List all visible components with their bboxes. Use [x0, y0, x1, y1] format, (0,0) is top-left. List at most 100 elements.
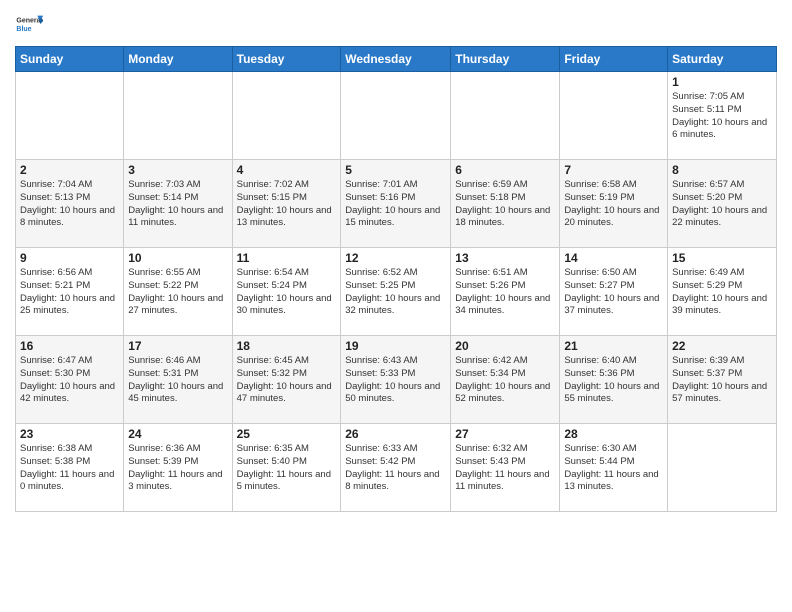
calendar-cell: 23 Sunrise: 6:38 AM Sunset: 5:38 PM Dayli… [16, 424, 124, 512]
day-number: 11 [237, 251, 337, 265]
day-info: Sunrise: 7:01 AM Sunset: 5:16 PM Dayligh… [345, 179, 446, 230]
calendar-cell: 25 Sunrise: 6:35 AM Sunset: 5:40 PM Dayli… [232, 424, 341, 512]
day-info: Sunrise: 6:59 AM Sunset: 5:18 PM Dayligh… [455, 179, 555, 230]
calendar-day-header: Sunday [16, 47, 124, 72]
calendar-cell: 27Sunrise: 6:32 AM Sunset: 5:43 PM Dayli… [451, 424, 560, 512]
svg-text:Blue: Blue [16, 26, 31, 33]
calendar-cell: 21 Sunrise: 6:40 AM Sunset: 5:36 PM Dayli… [560, 336, 668, 424]
day-info: Sunrise: 6:50 AM Sunset: 5:27 PM Dayligh… [564, 267, 663, 318]
day-info: Sunrise: 6:30 AM Sunset: 5:44 PM Dayligh… [564, 443, 663, 494]
calendar-cell: 20Sunrise: 6:42 AM Sunset: 5:34 PM Dayli… [451, 336, 560, 424]
day-number: 7 [564, 163, 663, 177]
day-info: Sunrise: 6:57 AM Sunset: 5:20 PM Dayligh… [672, 179, 772, 230]
calendar-cell: 22 Sunrise: 6:39 AM Sunset: 5:37 PM Dayli… [668, 336, 777, 424]
day-number: 21 [564, 339, 663, 353]
calendar-day-header: Tuesday [232, 47, 341, 72]
calendar-cell: 24Sunrise: 6:36 AM Sunset: 5:39 PM Dayli… [124, 424, 232, 512]
day-info: Sunrise: 7:02 AM Sunset: 5:15 PM Dayligh… [237, 179, 337, 230]
day-number: 10 [128, 251, 227, 265]
calendar-cell [341, 72, 451, 160]
day-number: 25 [237, 427, 337, 441]
calendar-cell [668, 424, 777, 512]
day-number: 18 [237, 339, 337, 353]
calendar-cell: 3 Sunrise: 7:03 AM Sunset: 5:14 PM Daylig… [124, 160, 232, 248]
day-info: Sunrise: 6:40 AM Sunset: 5:36 PM Dayligh… [564, 355, 663, 406]
day-info: Sunrise: 6:51 AM Sunset: 5:26 PM Dayligh… [455, 267, 555, 318]
calendar-day-header: Friday [560, 47, 668, 72]
calendar-cell [124, 72, 232, 160]
svg-text:General: General [16, 18, 42, 25]
calendar-cell: 17 Sunrise: 6:46 AM Sunset: 5:31 PM Dayli… [124, 336, 232, 424]
day-number: 9 [20, 251, 119, 265]
calendar-cell: 28 Sunrise: 6:30 AM Sunset: 5:44 PM Dayli… [560, 424, 668, 512]
calendar-cell: 13 Sunrise: 6:51 AM Sunset: 5:26 PM Dayli… [451, 248, 560, 336]
calendar-cell: 12Sunrise: 6:52 AM Sunset: 5:25 PM Dayli… [341, 248, 451, 336]
calendar-day-header: Thursday [451, 47, 560, 72]
calendar-cell [16, 72, 124, 160]
calendar-cell: 16 Sunrise: 6:47 AM Sunset: 5:30 PM Dayli… [16, 336, 124, 424]
calendar-week-row: 9 Sunrise: 6:56 AM Sunset: 5:21 PM Daylig… [16, 248, 777, 336]
day-number: 17 [128, 339, 227, 353]
day-info: Sunrise: 6:33 AM Sunset: 5:42 PM Dayligh… [345, 443, 446, 494]
day-number: 4 [237, 163, 337, 177]
calendar-cell: 15Sunrise: 6:49 AM Sunset: 5:29 PM Dayli… [668, 248, 777, 336]
day-info: Sunrise: 6:45 AM Sunset: 5:32 PM Dayligh… [237, 355, 337, 406]
calendar-day-header: Monday [124, 47, 232, 72]
calendar-cell [560, 72, 668, 160]
day-info: Sunrise: 6:39 AM Sunset: 5:37 PM Dayligh… [672, 355, 772, 406]
day-info: Sunrise: 6:42 AM Sunset: 5:34 PM Dayligh… [455, 355, 555, 406]
calendar-header-row: SundayMondayTuesdayWednesdayThursdayFrid… [16, 47, 777, 72]
day-info: Sunrise: 6:55 AM Sunset: 5:22 PM Dayligh… [128, 267, 227, 318]
calendar-cell: 18 Sunrise: 6:45 AM Sunset: 5:32 PM Dayli… [232, 336, 341, 424]
calendar-cell: 19 Sunrise: 6:43 AM Sunset: 5:33 PM Dayli… [341, 336, 451, 424]
page-container: General Blue SundayMondayTuesdayWednesda… [0, 0, 792, 612]
day-number: 24 [128, 427, 227, 441]
day-number: 8 [672, 163, 772, 177]
day-info: Sunrise: 6:35 AM Sunset: 5:40 PM Dayligh… [237, 443, 337, 494]
calendar-cell: 26Sunrise: 6:33 AM Sunset: 5:42 PM Dayli… [341, 424, 451, 512]
calendar-week-row: 2 Sunrise: 7:04 AM Sunset: 5:13 PM Daylig… [16, 160, 777, 248]
day-number: 16 [20, 339, 119, 353]
calendar-week-row: 1 Sunrise: 7:05 AM Sunset: 5:11 PM Daylig… [16, 72, 777, 160]
day-info: Sunrise: 6:49 AM Sunset: 5:29 PM Dayligh… [672, 267, 772, 318]
day-info: Sunrise: 6:47 AM Sunset: 5:30 PM Dayligh… [20, 355, 119, 406]
day-number: 12 [345, 251, 446, 265]
calendar-cell [451, 72, 560, 160]
calendar-cell: 5 Sunrise: 7:01 AM Sunset: 5:16 PM Daylig… [341, 160, 451, 248]
day-number: 6 [455, 163, 555, 177]
day-number: 23 [20, 427, 119, 441]
day-number: 13 [455, 251, 555, 265]
calendar-table: SundayMondayTuesdayWednesdayThursdayFrid… [15, 46, 777, 512]
day-number: 28 [564, 427, 663, 441]
logo: General Blue [15, 10, 43, 38]
calendar-week-row: 23 Sunrise: 6:38 AM Sunset: 5:38 PM Dayli… [16, 424, 777, 512]
day-info: Sunrise: 6:38 AM Sunset: 5:38 PM Dayligh… [20, 443, 119, 494]
calendar-cell: 14 Sunrise: 6:50 AM Sunset: 5:27 PM Dayli… [560, 248, 668, 336]
day-number: 1 [672, 75, 772, 89]
day-number: 5 [345, 163, 446, 177]
logo-icon: General Blue [15, 10, 43, 38]
day-info: Sunrise: 6:46 AM Sunset: 5:31 PM Dayligh… [128, 355, 227, 406]
day-info: Sunrise: 7:04 AM Sunset: 5:13 PM Dayligh… [20, 179, 119, 230]
day-info: Sunrise: 6:56 AM Sunset: 5:21 PM Dayligh… [20, 267, 119, 318]
calendar-day-header: Wednesday [341, 47, 451, 72]
calendar-cell: 10 Sunrise: 6:55 AM Sunset: 5:22 PM Dayli… [124, 248, 232, 336]
calendar-day-header: Saturday [668, 47, 777, 72]
day-info: Sunrise: 7:03 AM Sunset: 5:14 PM Dayligh… [128, 179, 227, 230]
day-info: Sunrise: 6:43 AM Sunset: 5:33 PM Dayligh… [345, 355, 446, 406]
day-info: Sunrise: 6:58 AM Sunset: 5:19 PM Dayligh… [564, 179, 663, 230]
day-number: 27 [455, 427, 555, 441]
day-info: Sunrise: 7:05 AM Sunset: 5:11 PM Dayligh… [672, 91, 772, 142]
day-number: 2 [20, 163, 119, 177]
day-info: Sunrise: 6:54 AM Sunset: 5:24 PM Dayligh… [237, 267, 337, 318]
day-number: 22 [672, 339, 772, 353]
calendar-cell: 4 Sunrise: 7:02 AM Sunset: 5:15 PM Daylig… [232, 160, 341, 248]
day-number: 3 [128, 163, 227, 177]
calendar-week-row: 16 Sunrise: 6:47 AM Sunset: 5:30 PM Dayli… [16, 336, 777, 424]
day-number: 14 [564, 251, 663, 265]
calendar-cell: 1 Sunrise: 7:05 AM Sunset: 5:11 PM Daylig… [668, 72, 777, 160]
calendar-cell [232, 72, 341, 160]
calendar-cell: 8 Sunrise: 6:57 AM Sunset: 5:20 PM Daylig… [668, 160, 777, 248]
calendar-cell: 9 Sunrise: 6:56 AM Sunset: 5:21 PM Daylig… [16, 248, 124, 336]
day-number: 19 [345, 339, 446, 353]
